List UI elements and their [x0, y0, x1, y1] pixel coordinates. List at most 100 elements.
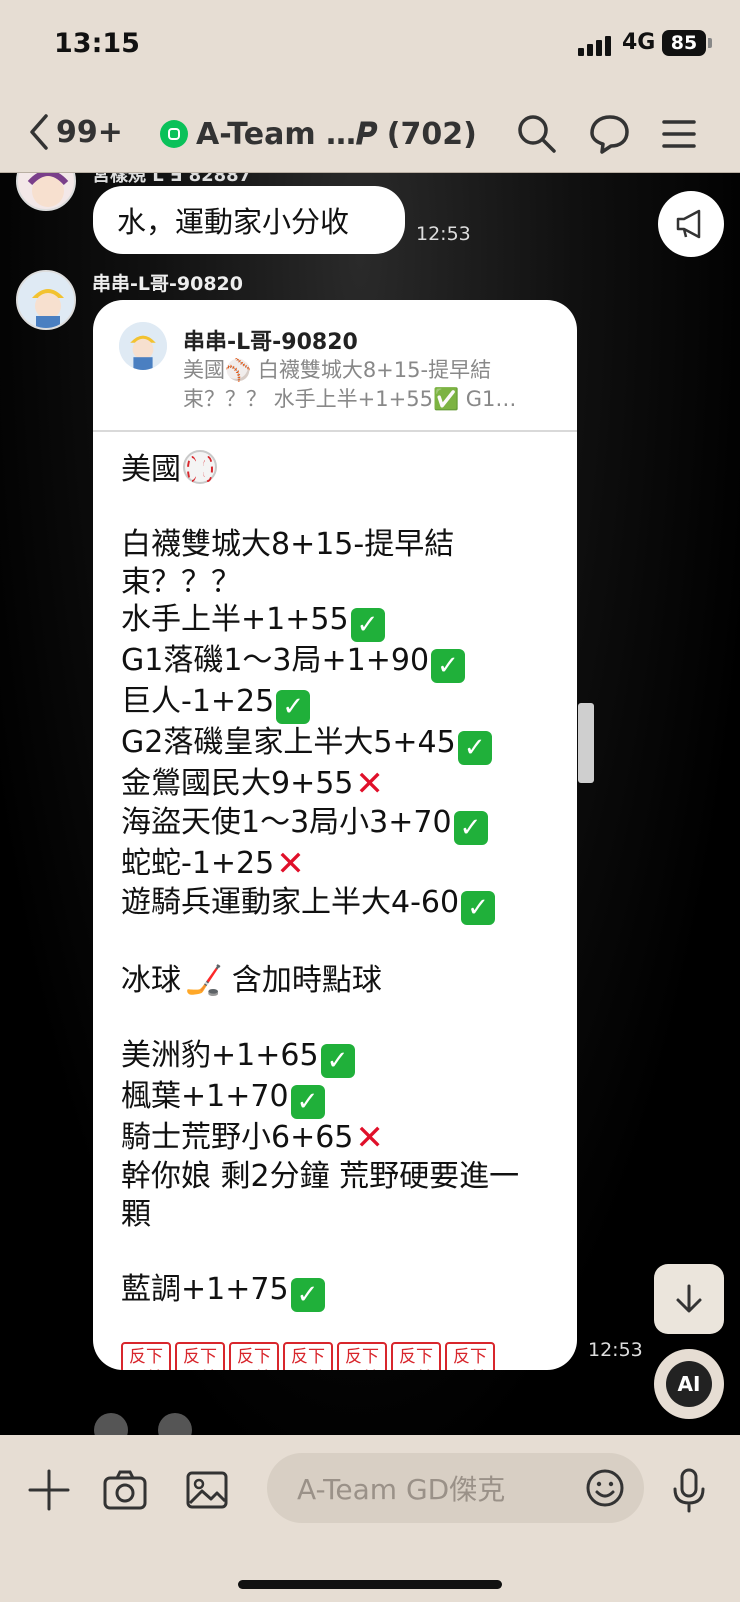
chat-bubbles-icon[interactable] — [586, 111, 632, 157]
message-line: 遊騎兵運動家上半大4-60 ✓ — [121, 884, 549, 925]
message-line: 幹你娘 剩2分鐘 荒野硬要進一顆 — [121, 1158, 549, 1233]
camera-icon[interactable] — [100, 1465, 150, 1515]
seal-stamp: 反下更美 — [445, 1341, 495, 1370]
chevron-left-icon — [30, 114, 48, 150]
microphone-icon[interactable] — [664, 1465, 714, 1515]
message-input-placeholder: A-Team GD傑克 — [297, 1473, 506, 1506]
avatar[interactable] — [16, 270, 76, 330]
message-line: 蛇蛇-1+25✕ — [121, 845, 549, 884]
battery-tip — [708, 38, 712, 48]
network-label: 4G — [622, 30, 656, 55]
reply-sender: 串串-L哥-90820 — [183, 330, 358, 355]
message-line: 巨人-1+25 ✓ — [121, 683, 549, 725]
message-line: 藍調+1+75 ✓ — [121, 1271, 549, 1312]
sender-name: 宮樣規 L ∃ 82887 — [92, 173, 252, 186]
message-line: 白襪雙城大8+15-提早結 — [121, 526, 549, 564]
ai-button[interactable]: AI — [654, 1349, 724, 1419]
ai-label: AI — [666, 1361, 712, 1407]
cross-emoji-icon: ✕ — [355, 764, 384, 805]
message-line: 楓葉+1+70 ✓ — [121, 1078, 549, 1120]
message-line: 騎士荒野小6+65✕ — [121, 1119, 549, 1158]
message-line-text: 白襪雙城大8+15-提早結 — [121, 527, 455, 563]
message-text: 美國 白襪雙城大8+15-提早結 束？？？ 水手上半+1+55 ✓ G1落磯1～3局+1+… — [93, 432, 577, 1312]
seal-stamp: 反下更美 — [337, 1341, 387, 1370]
message-line — [121, 489, 549, 527]
message-line: 美洲豹+1+65 ✓ — [121, 1037, 549, 1079]
message-bubble[interactable]: 水，運動家小分收 — [93, 186, 405, 254]
message-line-text: 楓葉+1+70 — [121, 1079, 289, 1115]
message-line-text: 金鶯國民大9+55 — [121, 766, 354, 802]
menu-icon[interactable] — [656, 111, 702, 157]
check-emoji-icon: ✓ — [276, 690, 311, 725]
message-input[interactable]: A-Team GD傑克 — [267, 1453, 644, 1523]
message-line — [121, 925, 549, 963]
message-line-text: 海盜天使1～3局小3+70 — [121, 804, 452, 840]
message-line-suffix: 含加時點球 — [222, 963, 382, 999]
sender-name: 串串-L哥-90820 — [92, 273, 243, 295]
input-bar: A-Team GD傑克 — [0, 1435, 740, 1602]
message-line-text: 水手上半+1+55 — [121, 602, 349, 638]
cross-emoji-icon: ✕ — [276, 843, 305, 884]
seal-stamp: 反下更美 — [391, 1341, 441, 1370]
message-line: 海盜天使1～3局小3+70 ✓ — [121, 804, 549, 845]
chat-header: 99+ A-Team …𝑷 (702) — [0, 95, 740, 173]
message-line: G1落磯1～3局+1+90 ✓ — [121, 642, 549, 684]
seal-stamp: 反下更美 — [175, 1341, 225, 1370]
openchat-icon — [160, 120, 188, 148]
scroll-to-bottom-button[interactable] — [654, 1264, 724, 1334]
reply-quote[interactable]: 串串-L哥-90820 美國⚾ 白襪雙城大8+15-提早結束？？？ 水手上半+1… — [93, 300, 577, 432]
check-emoji-icon: ✓ — [290, 1277, 325, 1312]
check-emoji-icon: ✓ — [457, 731, 492, 766]
avatar — [119, 322, 167, 370]
message-line-text: 冰球 — [121, 963, 181, 999]
seal-stamp: 反下更美 — [121, 1341, 171, 1370]
message-line-text: 巨人-1+25 — [121, 684, 275, 720]
message-time: 12:53 — [416, 223, 471, 245]
add-reaction-icon[interactable] — [94, 1413, 128, 1435]
reaction-row[interactable] — [94, 1413, 192, 1435]
scroll-thumb[interactable] — [578, 703, 594, 783]
image-icon[interactable] — [182, 1465, 232, 1515]
message-line — [121, 1233, 549, 1271]
message-line-text: 遊騎兵運動家上半大4-60 — [121, 884, 460, 920]
baseball-emoji-icon — [183, 450, 217, 484]
hockey-emoji-icon: 🏒 — [185, 963, 223, 999]
message-line — [121, 1000, 549, 1038]
message-line-text: 美洲豹+1+65 — [121, 1038, 319, 1074]
message-line: G2落磯皇家上半大5+45 ✓ — [121, 724, 549, 766]
plus-icon[interactable] — [24, 1465, 74, 1515]
seal-stamp: 反下更美 — [229, 1341, 279, 1370]
message-line: 金鶯國民大9+55✕ — [121, 765, 549, 804]
signal-icon — [578, 34, 614, 56]
avatar[interactable] — [16, 173, 76, 211]
status-bar: 13:15 4G 85 — [0, 0, 740, 95]
chat-title[interactable]: A-Team …𝑷 (702) — [160, 109, 477, 159]
check-emoji-icon: ✓ — [320, 1044, 355, 1079]
reply-preview: 美國⚾ 白襪雙城大8+15-提早結束？？？ 水手上半+1+55✅ G1… — [183, 358, 517, 411]
status-time: 13:15 — [54, 28, 140, 59]
check-emoji-icon: ✓ — [290, 1085, 325, 1120]
reaction-icon[interactable] — [158, 1413, 192, 1435]
message-line: 束？？？ — [121, 564, 549, 602]
message-line-text: 騎士荒野小6+65 — [121, 1120, 354, 1156]
emoji-icon[interactable] — [584, 1467, 626, 1509]
message-bubble[interactable]: 串串-L哥-90820 美國⚾ 白襪雙城大8+15-提早結束？？？ 水手上半+1… — [93, 300, 577, 1370]
message-line-text: G1落磯1～3局+1+90 — [121, 643, 430, 679]
message-line-text: 幹你娘 剩2分鐘 荒野硬要進一顆 — [121, 1158, 520, 1232]
stamp-row: 反下更美反下更美反下更美反下更美反下更美反下更美反下更美 — [93, 1341, 577, 1370]
chat-area[interactable]: 宮樣規 L ∃ 82887 水，運動家小分收 12:53 串串-L哥-90820… — [0, 173, 740, 1435]
message-line-text: 美國 — [121, 452, 181, 487]
message-line: 水手上半+1+55 ✓ — [121, 601, 549, 643]
back-button[interactable]: 99+ — [26, 107, 123, 157]
announcement-button[interactable] — [658, 191, 724, 257]
unread-count: 99+ — [56, 114, 123, 150]
cross-emoji-icon: ✕ — [355, 1118, 384, 1159]
seal-stamp: 反下更美 — [283, 1341, 333, 1370]
battery-icon: 85 — [662, 30, 706, 56]
message-time: 12:53 — [588, 1339, 643, 1361]
search-icon[interactable] — [514, 111, 560, 157]
check-emoji-icon: ✓ — [453, 810, 488, 845]
chat-title-text: A-Team …𝑷 (702) — [196, 116, 477, 152]
message-line: 美國 — [121, 450, 549, 489]
check-emoji-icon: ✓ — [350, 608, 385, 643]
